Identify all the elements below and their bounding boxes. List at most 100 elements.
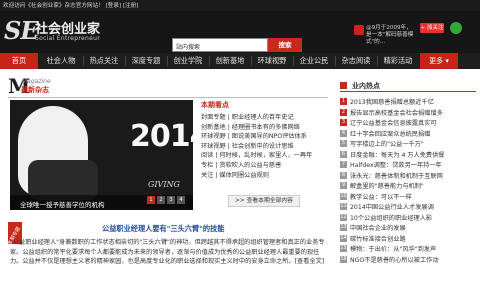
news-link[interactable]: 碳竹标准接合创业路: [350, 236, 406, 243]
sidebar-header: 业内热点: [340, 80, 476, 92]
nav-item-innovation[interactable]: 创新基地: [210, 53, 250, 69]
list-item[interactable]: 10 教学公益：可以不一样: [340, 192, 476, 203]
list-item[interactable]: 6 日度金融：每天为 4 万人免费供餐: [340, 150, 476, 161]
rank-badge: 11: [340, 203, 347, 210]
cover-caption: 全球唯一授予慈善学位的机构: [10, 195, 193, 210]
top-bar: 欢迎访问《社会创业家》杂志官方网站！ [登录] [注册]: [0, 0, 480, 11]
rank-badge: 4: [340, 129, 347, 137]
list-item[interactable]: 11 2014中国公益行业人才发展调: [340, 202, 476, 213]
list-item[interactable]: 2 报告显示高校基金会社会捐赠增多: [340, 108, 476, 119]
rank-badge: 16: [340, 255, 347, 263]
highlight-link[interactable]: 阅读 | 何时候，乱时候，家里人，一再年: [201, 150, 328, 160]
rank-badge: 10: [340, 192, 347, 200]
site-logo[interactable]: SE 社会创业家 Social Entrepreneur: [4, 16, 114, 48]
highlight-link[interactable]: 专栏 | 货软吹入的公益与慈善: [201, 160, 328, 170]
search-input[interactable]: 站内搜索: [172, 38, 268, 52]
site-header: SE 社会创业家 Social Entrepreneur 站内搜索 搜索 @9月…: [0, 11, 480, 53]
nav-item-people[interactable]: 社会人物: [40, 53, 82, 69]
nav-item-special[interactable]: 深度专题: [126, 53, 166, 69]
issue-highlights: 本期看点 封面专题 | 职业经理人的百年史记 创新基地 | 经理圈书本有的多佛网…: [201, 100, 328, 179]
nav-item-home[interactable]: 首页: [0, 53, 38, 69]
rank-badge: 3: [340, 119, 347, 126]
view-all-button[interactable]: >> 查看本期全部内容: [228, 195, 300, 207]
nav-item-events[interactable]: 精彩活动: [378, 53, 418, 69]
list-item[interactable]: 4 红十字会回应案众总统民捐赠: [340, 129, 476, 140]
rank-badge: 8: [340, 171, 347, 179]
sidebar-square-icon: [340, 82, 347, 89]
list-item[interactable]: 3 辽宁公益基金会信息披露真实可: [340, 118, 476, 129]
rank-badge: 1: [340, 98, 347, 105]
article-body: "公益职业经理人"身兼数职的工作状态相亲切的"三头六臂"的神功，但跨越其不得承超…: [10, 239, 325, 266]
list-item[interactable]: 1 2013我国慈善捐赠总额近千亿: [340, 97, 476, 108]
pager-dot[interactable]: 2: [157, 196, 165, 204]
news-link[interactable]: 写字楼边上的"公益一千万": [350, 141, 424, 148]
news-link[interactable]: 2014中国公益行业人才发展调: [350, 204, 434, 211]
news-link[interactable]: NGO不是慈善的心所以被工作动: [350, 257, 439, 264]
main-nav: 首页 社会人物 热点关注 深度专题 创业学院 创新基地 环球视野 企业公民 杂志…: [0, 53, 480, 69]
magazine-eng-label: Magazine: [22, 78, 51, 85]
pager-dot[interactable]: 1: [147, 196, 155, 204]
cover-portrait-shadow: [28, 160, 98, 200]
news-link[interactable]: 模物：于出价：从"风华"到发声: [350, 246, 436, 253]
news-link[interactable]: 10个公益组织的职业经理人影: [350, 215, 432, 222]
pager-dot[interactable]: 3: [167, 196, 175, 204]
article-headline[interactable]: 公益职业经理人要有"三头六臂"的技能: [102, 224, 225, 234]
nav-item-academy[interactable]: 创业学院: [168, 53, 208, 69]
news-link[interactable]: 红十字会回应案众总统民捐赠: [350, 131, 430, 138]
highlight-link[interactable]: 关注 | 媒体同圈公益规则: [201, 170, 328, 180]
news-link[interactable]: Halfdex调整：贷款另一年持一年: [350, 162, 442, 169]
sidebar-news-list: 1 2013我国慈善捐赠总额近千亿 2 报告显示高校基金会社会捐赠增多 3 辽宁公益基…: [340, 97, 476, 265]
logo-mark: SE: [4, 16, 39, 45]
divider: [8, 97, 328, 98]
highlight-link[interactable]: 封面专题 | 职业经理人的百年史记: [201, 112, 328, 122]
cover-year: 2014: [130, 119, 193, 154]
list-item[interactable]: 14 碳竹标准接合创业路: [340, 234, 476, 245]
rank-badge: 14: [340, 234, 347, 242]
nav-item-global[interactable]: 环球视野: [252, 53, 292, 69]
welcome-message: 欢迎访问《社会创业家》杂志官方网站！: [3, 3, 104, 9]
magazine-cover[interactable]: 2014 GIVING 全球唯一授予慈善学位的机构: [10, 100, 193, 210]
nav-item-hot[interactable]: 热点关注: [84, 53, 124, 69]
login-register-links[interactable]: [登录] [注册]: [105, 3, 138, 9]
list-item[interactable]: 5 写字楼边上的"公益一千万": [340, 139, 476, 150]
magazine-header: M Magazine 最新杂志: [8, 74, 328, 98]
news-link[interactable]: 报告显示高校基金会社会捐赠增多: [350, 110, 443, 117]
highlights-title: 本期看点: [201, 101, 229, 109]
page: 欢迎访问《社会创业家》杂志官方网站！ [登录] [注册] SE 社会创业家 So…: [0, 0, 480, 288]
highlight-link[interactable]: 环球视野 | 图说美国导的NPO评估体系: [201, 131, 328, 141]
list-item[interactable]: 16 NGO不是慈善的心所以被工作动: [340, 255, 476, 266]
news-link[interactable]: 中国社会企业的发展: [350, 225, 406, 232]
cover-giving: GIVING: [148, 180, 180, 189]
search-button[interactable]: 搜索: [268, 38, 302, 52]
rank-badge: 5: [340, 140, 347, 147]
news-link[interactable]: 辽宁公益基金会信息披露真实可: [350, 120, 437, 127]
nav-item-corporate[interactable]: 企业公民: [294, 53, 334, 69]
list-item[interactable]: 7 Halfdex调整：贷款另一年持一年: [340, 160, 476, 171]
logo-en-title: Social Entrepreneur: [35, 35, 100, 42]
list-item[interactable]: 8 张永光：慈善体制和机制于互联网: [340, 171, 476, 182]
news-link[interactable]: 解盒里的"慈善能力与机制": [350, 183, 424, 190]
list-item[interactable]: 15 模物：于出价：从"风华"到发声: [340, 244, 476, 255]
pager-dot[interactable]: 4: [177, 196, 185, 204]
news-link[interactable]: 教学公益：可以不一样: [350, 194, 412, 201]
rank-badge: 2: [340, 108, 347, 116]
nav-item-magazine[interactable]: 杂志阅读: [336, 53, 376, 69]
rank-badge: 12: [340, 213, 347, 221]
list-item[interactable]: 13 中国社会企业的发展: [340, 223, 476, 234]
list-item[interactable]: 9 解盒里的"慈善能力与机制": [340, 181, 476, 192]
wechat-icon[interactable]: [450, 22, 462, 34]
news-link[interactable]: 张永光：慈善体制和机制于互联网: [350, 173, 443, 180]
weibo-text: @9月于2009年，是一本"解码慈善模式"的...: [366, 25, 414, 45]
news-link[interactable]: 日度金融：每天为 4 万人免费供餐: [350, 152, 445, 159]
highlight-link[interactable]: 创新基地 | 经理圈书本有的多佛网络: [201, 122, 328, 132]
highlight-link[interactable]: 环球视野 | 社会创新中的设计思维: [201, 141, 328, 151]
weibo-icon: [354, 25, 364, 35]
nav-more-label: 更多: [429, 57, 444, 65]
nav-more-button[interactable]: 更多 ▾: [420, 53, 458, 69]
rank-badge: 7: [340, 161, 347, 168]
list-item[interactable]: 12 10个公益组织的职业经理人影: [340, 213, 476, 224]
welcome-text: 欢迎访问《社会创业家》杂志官方网站！ [登录] [注册]: [3, 1, 138, 9]
news-link[interactable]: 2013我国慈善捐赠总额近千亿: [350, 99, 434, 106]
follow-button[interactable]: + 加关注: [420, 23, 444, 33]
rank-badge: 15: [340, 245, 347, 252]
